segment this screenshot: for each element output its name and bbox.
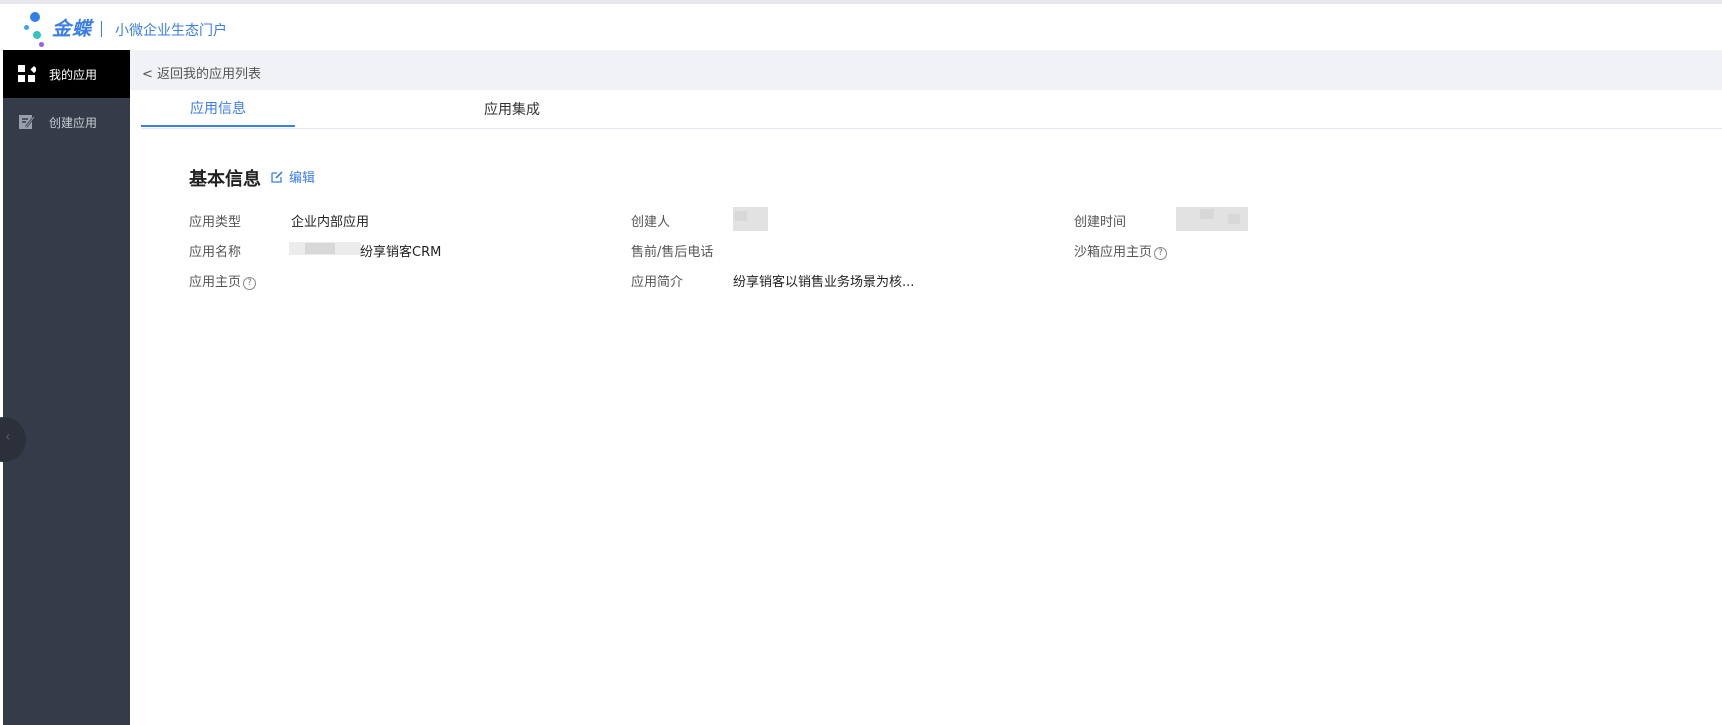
edit-button[interactable]: 编辑	[270, 167, 315, 186]
top-header: 金蝶 小微企业生态门户	[0, 4, 1722, 51]
edit-label: 编辑	[289, 171, 316, 186]
section-title: 基本信息	[189, 169, 261, 190]
sandbox-homepage-label: 沙箱应用主页?	[1074, 241, 1168, 260]
chevron-left-icon: ‹	[5, 429, 11, 445]
app-desc-value: 纷享销客以销售业务场景为核...	[733, 275, 915, 290]
sidebar-item-create-app[interactable]: 创建应用	[3, 98, 130, 146]
app-type-label: 应用类型	[189, 215, 242, 230]
tab-bar: 应用信息 应用集成	[141, 90, 1722, 129]
kingdee-logo-icon	[24, 12, 54, 48]
header-divider	[101, 21, 102, 37]
brand-name: 金蝶	[52, 18, 93, 40]
phone-label: 售前/售后电话	[631, 245, 714, 260]
created-time-label: 创建时间	[1074, 215, 1127, 230]
apps-grid-icon	[18, 65, 38, 83]
help-icon[interactable]: ?	[243, 277, 257, 290]
creator-label: 创建人	[631, 215, 671, 230]
redaction-block	[735, 211, 747, 221]
redaction-block	[305, 243, 335, 254]
redaction-block	[1200, 209, 1214, 219]
sidebar-collapse-button[interactable]: ‹	[0, 417, 26, 462]
redaction-block	[1228, 214, 1240, 224]
app-name-label: 应用名称	[189, 245, 242, 260]
help-icon[interactable]: ?	[1154, 247, 1168, 260]
sidebar: 我的应用 创建应用 ‹	[0, 50, 130, 725]
back-bar: < 返回我的应用列表	[130, 50, 1722, 90]
tab-app-info[interactable]: 应用信息	[141, 90, 295, 127]
edit-doc-icon	[18, 113, 36, 131]
app-desc-label: 应用简介	[631, 275, 684, 290]
sidebar-item-label: 我的应用	[49, 67, 98, 82]
app-type-value: 企业内部应用	[291, 215, 370, 230]
tab-app-integration[interactable]: 应用集成	[435, 90, 589, 127]
app-homepage-label: 应用主页?	[189, 271, 257, 290]
sidebar-item-my-apps[interactable]: 我的应用	[3, 50, 130, 98]
edit-icon	[270, 170, 284, 184]
app-name-value: 纷享销客CRM	[360, 245, 442, 260]
back-to-app-list-link[interactable]: < 返回我的应用列表	[142, 63, 261, 82]
portal-name: 小微企业生态门户	[115, 23, 227, 39]
sidebar-item-label: 创建应用	[49, 115, 98, 130]
